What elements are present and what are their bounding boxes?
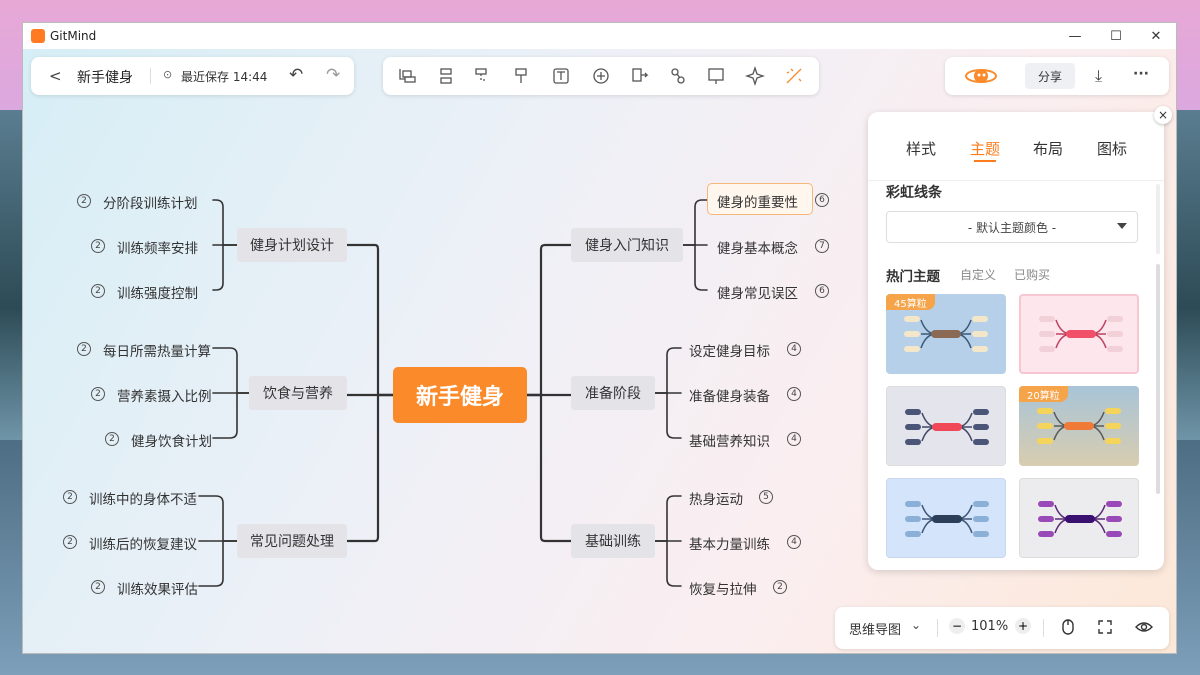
scrollbar[interactable] bbox=[1156, 264, 1160, 494]
collapsed-count[interactable]: 2 bbox=[63, 490, 77, 504]
download-button[interactable]: ⤓ bbox=[1095, 66, 1102, 86]
subtopic[interactable]: 训练后的恢复建议 bbox=[89, 533, 197, 553]
section-title-rainbow: 彩虹线条 bbox=[886, 185, 942, 201]
divider bbox=[937, 619, 938, 637]
view-mode-dropdown[interactable]: 思维导图 bbox=[849, 619, 901, 638]
ai-assistant-icon[interactable] bbox=[963, 63, 999, 89]
collapsed-count[interactable]: 2 bbox=[77, 342, 91, 356]
top-right-actions: 分享 ⤓ ··· bbox=[945, 57, 1169, 95]
subtopic[interactable]: 设定健身目标 bbox=[689, 340, 770, 360]
subtopic[interactable]: 基本力量训练 bbox=[689, 533, 770, 553]
maximize-button[interactable]: ☐ bbox=[1096, 23, 1136, 49]
collapsed-count[interactable]: 5 bbox=[759, 490, 773, 504]
fullscreen-icon[interactable] bbox=[1097, 619, 1113, 635]
theme-card-4[interactable]: 20算粒 bbox=[1019, 386, 1139, 466]
collapsed-count[interactable]: 2 bbox=[77, 194, 91, 208]
central-topic[interactable]: 新手健身 bbox=[393, 367, 527, 423]
zoom-out-button[interactable]: − bbox=[949, 618, 965, 634]
subtopic[interactable]: 准备健身装备 bbox=[689, 385, 770, 405]
subtopic[interactable]: 训练效果评估 bbox=[117, 578, 198, 598]
topic-fitness-plan[interactable]: 健身计划设计 bbox=[237, 228, 347, 262]
tab-custom[interactable]: 自定义 bbox=[960, 266, 996, 283]
subtopic[interactable]: 恢复与拉伸 bbox=[689, 578, 757, 598]
gitmind-logo-icon bbox=[31, 29, 45, 43]
subtopic[interactable]: 分阶段训练计划 bbox=[103, 192, 198, 212]
price-badge: 45算粒 bbox=[886, 294, 935, 310]
divider bbox=[868, 180, 1164, 181]
topic-basic-training[interactable]: 基础训练 bbox=[571, 524, 655, 558]
collapsed-count[interactable]: 7 bbox=[815, 239, 829, 253]
mouse-mode-icon[interactable] bbox=[1061, 618, 1075, 636]
close-panel-button[interactable]: × bbox=[1154, 106, 1172, 124]
collapsed-count[interactable]: 6 bbox=[815, 193, 829, 207]
theme-preview bbox=[905, 409, 989, 445]
collapsed-count[interactable]: 4 bbox=[787, 387, 801, 401]
popular-themes-title: 热门主题 bbox=[886, 269, 940, 285]
app-name: GitMind bbox=[50, 29, 97, 43]
collapsed-count[interactable]: 4 bbox=[787, 535, 801, 549]
collapsed-count[interactable]: 2 bbox=[91, 239, 105, 253]
theme-color-select[interactable]: - 默认主题颜色 - bbox=[886, 211, 1138, 243]
bottom-toolbar: 思维导图 ⌄ − 101% + bbox=[835, 607, 1169, 649]
subtopic[interactable]: 训练强度控制 bbox=[117, 282, 198, 302]
subtopic[interactable]: 营养素摄入比例 bbox=[117, 385, 212, 405]
tab-icon[interactable]: 图标 bbox=[1097, 138, 1127, 159]
collapsed-count[interactable]: 2 bbox=[63, 535, 77, 549]
topic-diet-nutrition[interactable]: 饮食与营养 bbox=[249, 376, 347, 410]
topic-fitness-basics[interactable]: 健身入门知识 bbox=[571, 228, 683, 262]
collapsed-count[interactable]: 2 bbox=[105, 432, 119, 446]
subtopic[interactable]: 训练频率安排 bbox=[117, 237, 198, 257]
theme-preview bbox=[1038, 501, 1122, 537]
subtopic[interactable]: 每日所需热量计算 bbox=[103, 340, 211, 360]
collapsed-count[interactable]: 6 bbox=[815, 284, 829, 298]
theme-preview bbox=[905, 501, 989, 537]
topic-preparation[interactable]: 准备阶段 bbox=[571, 376, 655, 410]
collapsed-count[interactable]: 2 bbox=[91, 387, 105, 401]
tab-theme[interactable]: 主题 bbox=[970, 138, 1000, 159]
close-window-button[interactable]: ✕ bbox=[1136, 23, 1176, 49]
topic-common-issues[interactable]: 常见问题处理 bbox=[237, 524, 347, 558]
theme-card-1[interactable]: 45算粒 bbox=[886, 294, 1006, 374]
subtopic[interactable]: 健身常见误区 bbox=[717, 282, 798, 302]
title-bar: GitMind — ☐ ✕ bbox=[23, 23, 1176, 49]
subtopic[interactable]: 健身基本概念 bbox=[717, 237, 798, 257]
tab-purchased[interactable]: 已购买 bbox=[1014, 266, 1050, 283]
eye-icon[interactable] bbox=[1135, 619, 1153, 635]
minimize-button[interactable]: — bbox=[1055, 23, 1095, 49]
collapsed-count[interactable]: 4 bbox=[787, 432, 801, 446]
chevron-down-icon bbox=[1117, 223, 1127, 229]
theme-card-5[interactable] bbox=[886, 478, 1006, 558]
collapsed-count[interactable]: 2 bbox=[91, 580, 105, 594]
theme-preview bbox=[1039, 316, 1123, 352]
zoom-level: 101% bbox=[971, 619, 1009, 634]
subtopic[interactable]: 热身运动 bbox=[689, 488, 743, 508]
share-button[interactable]: 分享 bbox=[1025, 63, 1075, 89]
theme-side-panel: × 样式 主题 布局 图标 彩虹线条 - 默认主题颜色 - 热门主题 自定义 已… bbox=[868, 106, 1172, 570]
theme-card-6[interactable] bbox=[1019, 478, 1139, 558]
chevron-down-icon: ⌄ bbox=[911, 618, 922, 632]
active-tab-indicator bbox=[974, 160, 996, 162]
divider bbox=[1043, 619, 1044, 637]
theme-card-2[interactable] bbox=[1019, 294, 1139, 374]
subtopic[interactable]: 基础营养知识 bbox=[689, 430, 770, 450]
collapsed-count[interactable]: 4 bbox=[787, 342, 801, 356]
scrollbar-track bbox=[1156, 184, 1160, 254]
tab-layout[interactable]: 布局 bbox=[1033, 138, 1063, 159]
zoom-in-button[interactable]: + bbox=[1015, 618, 1031, 634]
collapsed-count[interactable]: 2 bbox=[773, 580, 787, 594]
collapsed-count[interactable]: 2 bbox=[91, 284, 105, 298]
more-button[interactable]: ··· bbox=[1133, 66, 1149, 82]
subtopic[interactable]: 训练中的身体不适 bbox=[89, 488, 197, 508]
theme-card-3[interactable] bbox=[886, 386, 1006, 466]
subtopic-selected[interactable]: 健身的重要性 bbox=[707, 183, 813, 215]
subtopic[interactable]: 健身饮食计划 bbox=[131, 430, 212, 450]
price-badge: 20算粒 bbox=[1019, 386, 1068, 402]
tab-style[interactable]: 样式 bbox=[906, 138, 936, 159]
